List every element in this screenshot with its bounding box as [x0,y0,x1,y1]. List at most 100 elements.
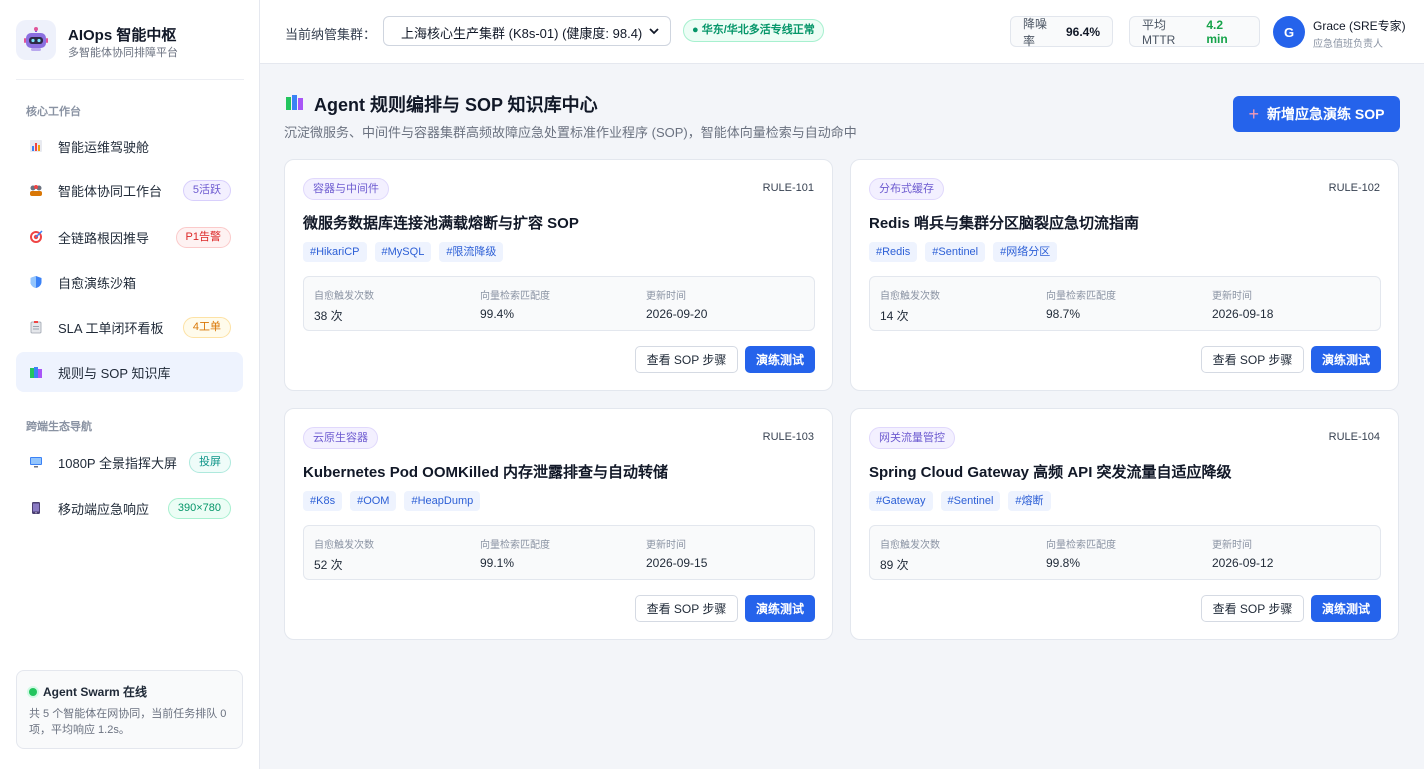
drill-test-button[interactable]: 演练测试 [1311,595,1381,622]
sop-card: 分布式缓存 RULE-102 Redis 哨兵与集群分区脑裂应急切流指南 #Re… [850,159,1399,391]
tag: #网络分区 [993,242,1058,262]
tag: #HikariCP [303,242,367,262]
sidebar-item-big-screen[interactable]: 1080P 全景指挥大屏 投屏 [16,442,243,482]
sop-card: 云原生容器 RULE-103 Kubernetes Pod OOMKilled … [284,408,833,640]
sidebar-item-label: 自愈演练沙箱 [58,275,137,291]
user-role: 应急值班负责人 [1313,39,1383,50]
swarm-title: Agent Swarm 在线 [43,685,148,699]
tag-list: #Redis #Sentinel #网络分区 [869,242,1065,262]
stat-label: 自愈触发次数 [880,291,940,302]
clipboard-icon [28,319,44,335]
stat-label: 自愈触发次数 [880,540,940,551]
rule-id: RULE-101 [762,182,814,194]
section-label-core: 核心工作台 [26,106,81,118]
sop-card: 容器与中间件 RULE-101 微服务数据库连接池满载熔断与扩容 SOP #Hi… [284,159,833,391]
brand: AIOps 智能中枢 多智能体协同排障平台 [16,20,244,80]
trigger-count: 52 次 [314,558,343,572]
stat-label: 向量检索匹配度 [480,291,550,302]
stat-label: 更新时间 [646,540,686,551]
rule-id: RULE-102 [1328,182,1380,194]
sidebar-item-root-cause[interactable]: 全链路根因推导 P1告警 [16,217,243,257]
view-sop-button[interactable]: 查看 SOP 步骤 [635,595,738,622]
updated-date: 2026-09-15 [646,556,708,570]
updated-date: 2026-09-20 [646,307,708,321]
updated-date: 2026-09-18 [1212,307,1274,321]
add-sop-button[interactable]: + 新增应急演练 SOP [1233,96,1400,132]
view-sop-button[interactable]: 查看 SOP 步骤 [635,346,738,373]
stat-label: 更新时间 [646,291,686,302]
tag: #Redis [869,242,918,262]
page-title-text: Agent 规则编排与 SOP 知识库中心 [314,95,598,115]
category-tag: 容器与中间件 [303,178,389,200]
mttr-value: 4.2 min [1206,17,1228,46]
top-header: 当前纳管集群： 上海核心生产集群 (K8s-01) (健康度: 98.4) ● … [260,0,1424,64]
agents-icon [28,182,44,198]
cluster-select-value: 上海核心生产集群 (K8s-01) (健康度: 98.4) [401,26,643,41]
category-tag: 分布式缓存 [869,178,944,200]
brand-title: AIOps 智能中枢 [68,27,177,44]
alert-badge: P1告警 [175,227,231,248]
tag-list: #HikariCP #MySQL #限流降级 [303,242,511,262]
tag: #熔断 [1008,491,1051,511]
match-rate: 99.8% [1046,556,1081,570]
cast-badge: 投屏 [189,452,231,473]
sidebar-item-sandbox[interactable]: 自愈演练沙箱 [16,262,243,302]
noise-reduction-metric: 降噪率 96.4% [1010,16,1113,48]
books-icon [28,364,44,380]
sidebar-item-label: 规则与 SOP 知识库 [58,365,171,381]
tag: #OOM [350,491,397,511]
tag: #Gateway [869,491,933,511]
cluster-select[interactable]: 上海核心生产集群 (K8s-01) (健康度: 98.4) [383,16,671,46]
drill-test-button[interactable]: 演练测试 [745,346,815,373]
category-tag: 云原生容器 [303,427,378,449]
sidebar-item-agents[interactable]: 智能体协同工作台 5活跃 [16,170,243,210]
view-sop-button[interactable]: 查看 SOP 步骤 [1201,595,1304,622]
robot-icon [16,20,56,60]
monitor-icon [28,454,44,470]
tag: #Sentinel [940,491,1001,511]
tag-list: #K8s #OOM #HeapDump [303,491,488,511]
target-icon [28,229,44,245]
network-status-badge: ● 华东/华北多活专线正常 [683,19,824,42]
stats-panel: 自愈触发次数 52 次 向量检索匹配度 99.1% 更新时间 2026-09-15 [303,525,815,580]
stats-panel: 自愈触发次数 89 次 向量检索匹配度 99.8% 更新时间 2026-09-12 [869,525,1381,580]
user-name: Grace (SRE专家) [1313,19,1406,33]
resolution-badge: 390×780 [167,498,231,519]
stat-label: 自愈触发次数 [314,540,374,551]
ticket-badge: 4工单 [182,317,231,338]
sidebar-item-sla[interactable]: SLA 工单闭环看板 4工单 [16,307,243,347]
stat-label: 自愈触发次数 [314,291,374,302]
rule-id: RULE-103 [762,431,814,443]
mttr-metric: 平均MTTR 4.2 min [1129,16,1260,47]
phone-icon [28,500,44,516]
trigger-count: 14 次 [880,309,909,323]
sidebar: AIOps 智能中枢 多智能体协同排障平台 核心工作台 智能运维驾驶舱 智能体协… [0,0,260,769]
trigger-count: 89 次 [880,558,909,572]
sidebar-item-label: 移动端应急响应 [58,501,150,517]
sidebar-item-label: 智能体协同工作台 [58,183,163,199]
sidebar-item-sop[interactable]: 规则与 SOP 知识库 [16,352,243,392]
card-title: Spring Cloud Gateway 高频 API 突发流量自适应降级 [869,464,1232,481]
tag: #Sentinel [925,242,986,262]
match-rate: 99.1% [480,556,515,570]
add-sop-label: 新增应急演练 SOP [1267,106,1385,122]
swarm-description: 共 5 个智能体在网协同，当前任务排队 0 项，平均响应 1.2s。 [29,708,227,736]
drill-test-button[interactable]: 演练测试 [745,595,815,622]
online-dot [29,687,37,696]
plus-icon: + [1248,103,1260,124]
dashboard-icon [28,138,44,154]
drill-test-button[interactable]: 演练测试 [1311,346,1381,373]
avatar[interactable]: G [1273,16,1305,48]
sidebar-item-label: 1080P 全景指挥大屏 [58,455,177,471]
sidebar-item-dashboard[interactable]: 智能运维驾驶舱 [16,126,243,166]
books-icon [285,93,305,116]
category-tag: 网关流量管控 [869,427,955,449]
stat-label: 向量检索匹配度 [1046,291,1116,302]
sidebar-item-mobile[interactable]: 移动端应急响应 390×780 [16,488,243,528]
rule-id: RULE-104 [1328,431,1380,443]
view-sop-button[interactable]: 查看 SOP 步骤 [1201,346,1304,373]
sidebar-item-label: SLA 工单闭环看板 [58,320,164,336]
shield-icon [28,274,44,290]
tag: #MySQL [374,242,432,262]
brand-subtitle: 多智能体协同排障平台 [68,47,178,59]
